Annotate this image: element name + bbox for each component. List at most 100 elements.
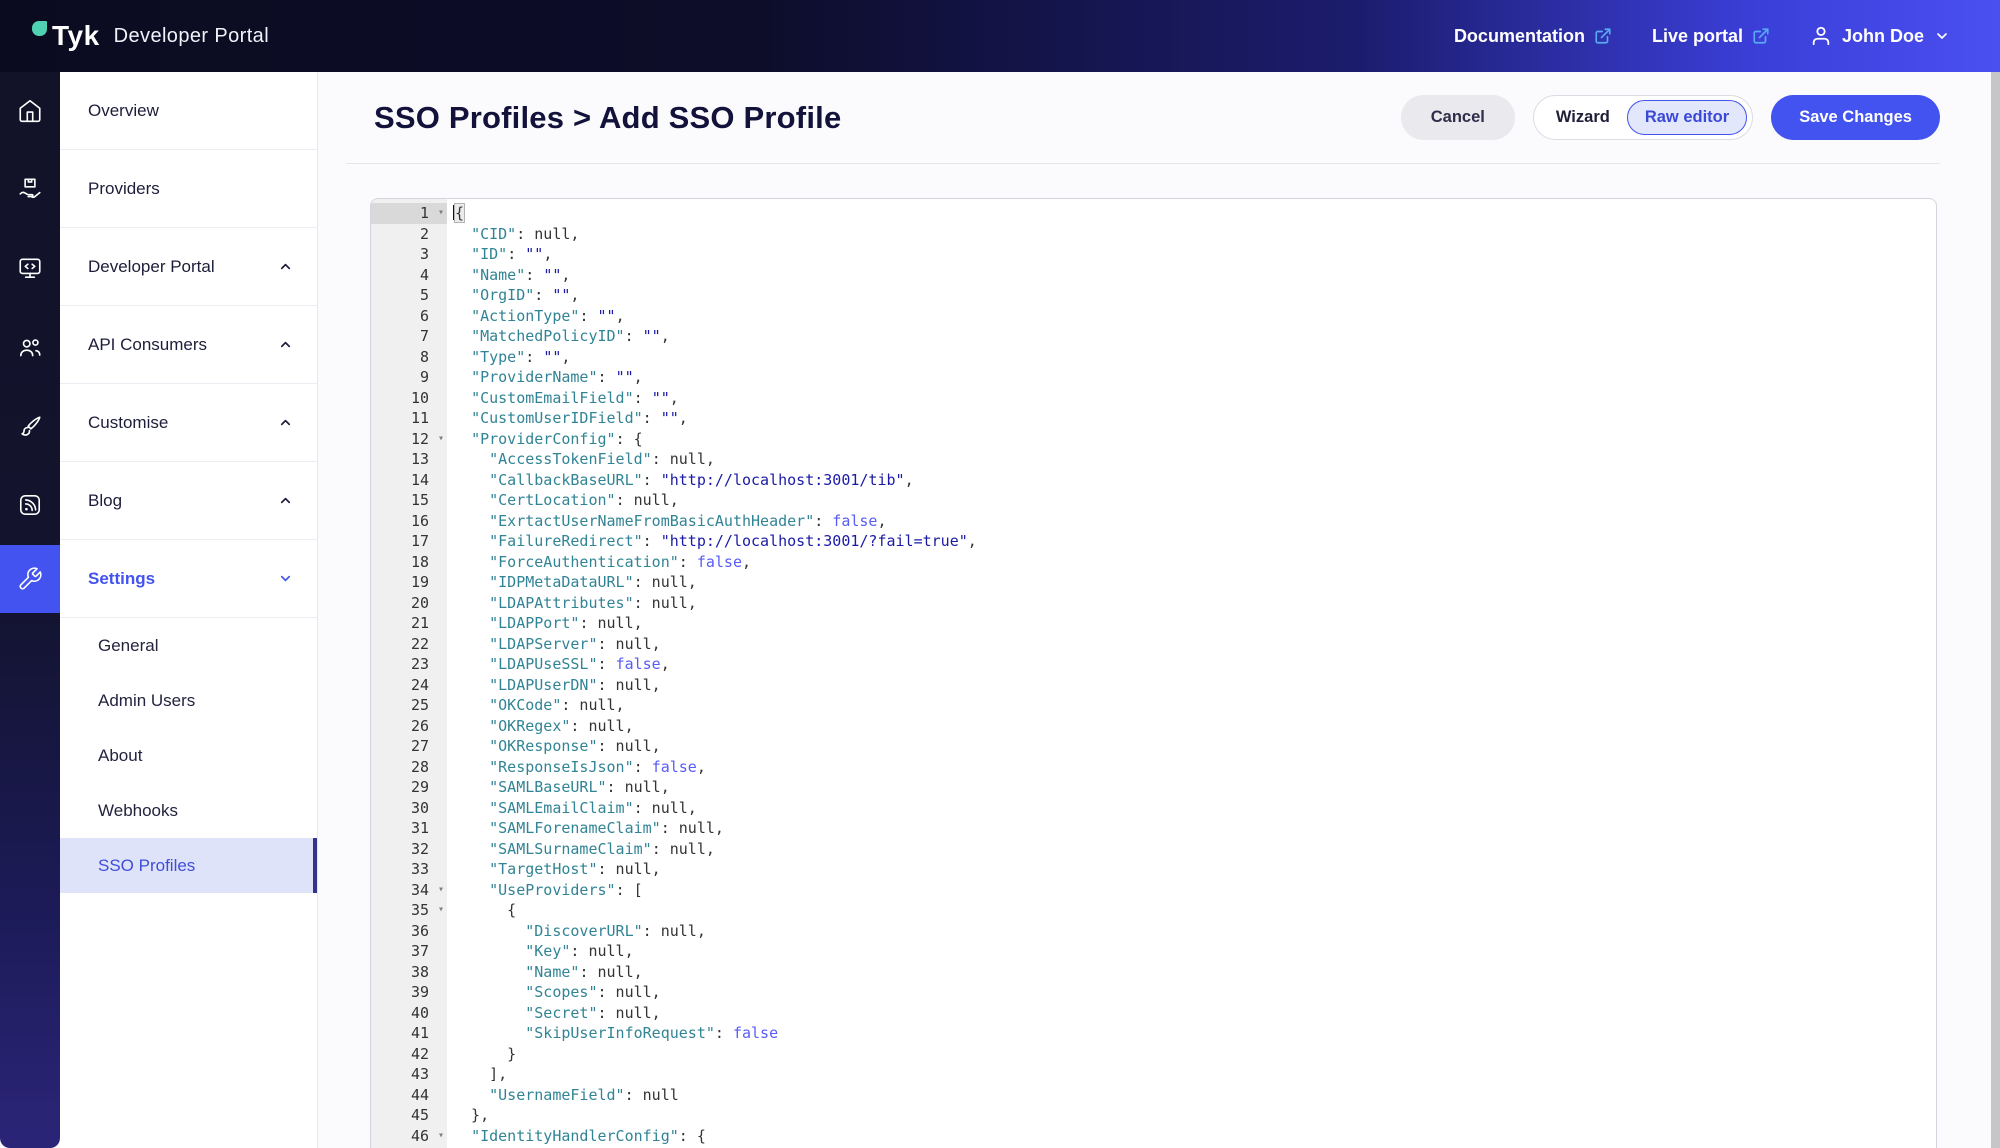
code-text: "IDPMetaDataURL": null, bbox=[447, 572, 697, 593]
rail-item-overview[interactable] bbox=[0, 81, 60, 141]
code-text: "SAMLBaseURL": null, bbox=[447, 777, 670, 798]
editor-line-1[interactable]: 1▾{ bbox=[371, 203, 1936, 224]
sidebar-item-customise[interactable]: Customise bbox=[60, 384, 317, 462]
editor-line-25[interactable]: 25 "OKCode": null, bbox=[371, 695, 1936, 716]
editor-line-9[interactable]: 9 "ProviderName": "", bbox=[371, 367, 1936, 388]
sidebar-subitem-admin-users[interactable]: Admin Users bbox=[60, 673, 317, 728]
editor-line-3[interactable]: 3 "ID": "", bbox=[371, 244, 1936, 265]
sidebar-item-developer-portal[interactable]: Developer Portal bbox=[60, 228, 317, 306]
code-text: "LDAPAttributes": null, bbox=[447, 593, 697, 614]
editor-line-32[interactable]: 32 "SAMLSurnameClaim": null, bbox=[371, 839, 1936, 860]
sidebar-item-api-consumers[interactable]: API Consumers bbox=[60, 306, 317, 384]
editor-line-12[interactable]: 12▾ "ProviderConfig": { bbox=[371, 429, 1936, 450]
editor-line-27[interactable]: 27 "OKResponse": null, bbox=[371, 736, 1936, 757]
editor-line-29[interactable]: 29 "SAMLBaseURL": null, bbox=[371, 777, 1936, 798]
editor-line-42[interactable]: 42 } bbox=[371, 1044, 1936, 1065]
editor-line-28[interactable]: 28 "ResponseIsJson": false, bbox=[371, 757, 1936, 778]
editor-line-22[interactable]: 22 "LDAPServer": null, bbox=[371, 634, 1936, 655]
editor-line-13[interactable]: 13 "AccessTokenField": null, bbox=[371, 449, 1936, 470]
editor-line-5[interactable]: 5 "OrgID": "", bbox=[371, 285, 1936, 306]
sidebar-subitem-about[interactable]: About bbox=[60, 728, 317, 783]
editor-line-33[interactable]: 33 "TargetHost": null, bbox=[371, 859, 1936, 880]
json-raw-editor[interactable]: 1▾{2 "CID": null,3 "ID": "",4 "Name": ""… bbox=[370, 198, 1937, 1148]
sidebar-subitem-label: Webhooks bbox=[98, 801, 178, 821]
save-changes-button[interactable]: Save Changes bbox=[1771, 95, 1940, 140]
editor-line-30[interactable]: 30 "SAMLEmailClaim": null, bbox=[371, 798, 1936, 819]
sidebar-menu: Overview Providers Developer Portal API … bbox=[60, 72, 318, 1148]
editor-line-15[interactable]: 15 "CertLocation": null, bbox=[371, 490, 1936, 511]
editor-line-8[interactable]: 8 "Type": "", bbox=[371, 347, 1936, 368]
editor-line-31[interactable]: 31 "SAMLForenameClaim": null, bbox=[371, 818, 1936, 839]
editor-line-35[interactable]: 35▾ { bbox=[371, 900, 1936, 921]
editor-line-6[interactable]: 6 "ActionType": "", bbox=[371, 306, 1936, 327]
editor-line-44[interactable]: 44 "UsernameField": null bbox=[371, 1085, 1936, 1106]
rail-item-developer-portal[interactable] bbox=[0, 238, 60, 298]
sidebar-item-overview[interactable]: Overview bbox=[60, 72, 317, 150]
raw-editor-toggle-button[interactable]: Raw editor bbox=[1627, 100, 1747, 135]
user-menu[interactable]: John Doe bbox=[1810, 25, 1950, 47]
editor-line-14[interactable]: 14 "CallbackBaseURL": "http://localhost:… bbox=[371, 470, 1936, 491]
code-text: "CustomEmailField": "", bbox=[447, 388, 679, 409]
code-text: "ResponseIsJson": false, bbox=[447, 757, 706, 778]
code-text: "Name": null, bbox=[447, 962, 643, 983]
rail-item-customise[interactable] bbox=[0, 397, 60, 457]
rail-item-providers[interactable] bbox=[0, 159, 60, 219]
line-number: 32 bbox=[371, 839, 447, 860]
user-name: John Doe bbox=[1842, 26, 1924, 47]
page-scrollbar[interactable] bbox=[1991, 72, 2000, 1148]
sidebar-item-blog[interactable]: Blog bbox=[60, 462, 317, 540]
sidebar-subitem-general[interactable]: General bbox=[60, 618, 317, 673]
editor-line-46[interactable]: 46▾ "IdentityHandlerConfig": { bbox=[371, 1126, 1936, 1147]
editor-line-2[interactable]: 2 "CID": null, bbox=[371, 224, 1936, 245]
rail-item-blog[interactable] bbox=[0, 475, 60, 535]
line-number: 13 bbox=[371, 449, 447, 470]
editor-line-40[interactable]: 40 "Secret": null, bbox=[371, 1003, 1936, 1024]
line-number: 29 bbox=[371, 777, 447, 798]
rail-item-api-consumers[interactable] bbox=[0, 318, 60, 378]
wrench-icon bbox=[17, 566, 43, 592]
cancel-button[interactable]: Cancel bbox=[1401, 95, 1515, 140]
sidebar-subitem-webhooks[interactable]: Webhooks bbox=[60, 783, 317, 838]
editor-line-39[interactable]: 39 "Scopes": null, bbox=[371, 982, 1936, 1003]
editor-line-38[interactable]: 38 "Name": null, bbox=[371, 962, 1936, 983]
editor-line-34[interactable]: 34▾ "UseProviders": [ bbox=[371, 880, 1936, 901]
line-number: 4 bbox=[371, 265, 447, 286]
wizard-toggle-button[interactable]: Wizard bbox=[1539, 100, 1627, 135]
sidebar-subitem-sso-profiles[interactable]: SSO Profiles bbox=[60, 838, 317, 893]
live-portal-link[interactable]: Live portal bbox=[1652, 26, 1770, 47]
editor-line-10[interactable]: 10 "CustomEmailField": "", bbox=[371, 388, 1936, 409]
editor-line-24[interactable]: 24 "LDAPUserDN": null, bbox=[371, 675, 1936, 696]
editor-line-41[interactable]: 41 "SkipUserInfoRequest": false bbox=[371, 1023, 1936, 1044]
editor-line-21[interactable]: 21 "LDAPPort": null, bbox=[371, 613, 1936, 634]
editor-line-26[interactable]: 26 "OKRegex": null, bbox=[371, 716, 1936, 737]
editor-line-45[interactable]: 45 }, bbox=[371, 1105, 1936, 1126]
editor-line-19[interactable]: 19 "IDPMetaDataURL": null, bbox=[371, 572, 1936, 593]
editor-line-20[interactable]: 20 "LDAPAttributes": null, bbox=[371, 593, 1936, 614]
editor-line-23[interactable]: 23 "LDAPUseSSL": false, bbox=[371, 654, 1936, 675]
editor-line-17[interactable]: 17 "FailureRedirect": "http://localhost:… bbox=[371, 531, 1936, 552]
rail-item-settings[interactable] bbox=[0, 545, 60, 613]
fold-arrow-icon[interactable]: ▾ bbox=[438, 880, 444, 901]
code-text: "UseProviders": [ bbox=[447, 880, 643, 901]
documentation-link[interactable]: Documentation bbox=[1454, 26, 1612, 47]
editor-line-16[interactable]: 16 "ExrtactUserNameFromBasicAuthHeader":… bbox=[371, 511, 1936, 532]
editor-line-43[interactable]: 43 ], bbox=[371, 1064, 1936, 1085]
fold-arrow-icon[interactable]: ▾ bbox=[438, 1126, 444, 1147]
external-link-icon bbox=[1752, 27, 1770, 45]
editor-line-36[interactable]: 36 "DiscoverURL": null, bbox=[371, 921, 1936, 942]
line-number: 45 bbox=[371, 1105, 447, 1126]
editor-line-4[interactable]: 4 "Name": "", bbox=[371, 265, 1936, 286]
sidebar-item-providers[interactable]: Providers bbox=[60, 150, 317, 228]
fold-arrow-icon[interactable]: ▾ bbox=[438, 203, 444, 224]
editor-line-7[interactable]: 7 "MatchedPolicyID": "", bbox=[371, 326, 1936, 347]
code-text: "CID": null, bbox=[447, 224, 579, 245]
editor-line-37[interactable]: 37 "Key": null, bbox=[371, 941, 1936, 962]
fold-arrow-icon[interactable]: ▾ bbox=[438, 900, 444, 921]
editor-line-18[interactable]: 18 "ForceAuthentication": false, bbox=[371, 552, 1936, 573]
sidebar-item-settings[interactable]: Settings bbox=[60, 540, 317, 618]
line-number: 23 bbox=[371, 654, 447, 675]
line-number: 43 bbox=[371, 1064, 447, 1085]
fold-arrow-icon[interactable]: ▾ bbox=[438, 429, 444, 450]
editor-line-11[interactable]: 11 "CustomUserIDField": "", bbox=[371, 408, 1936, 429]
tyk-brand[interactable]: Tyk Developer Portal bbox=[32, 20, 269, 52]
